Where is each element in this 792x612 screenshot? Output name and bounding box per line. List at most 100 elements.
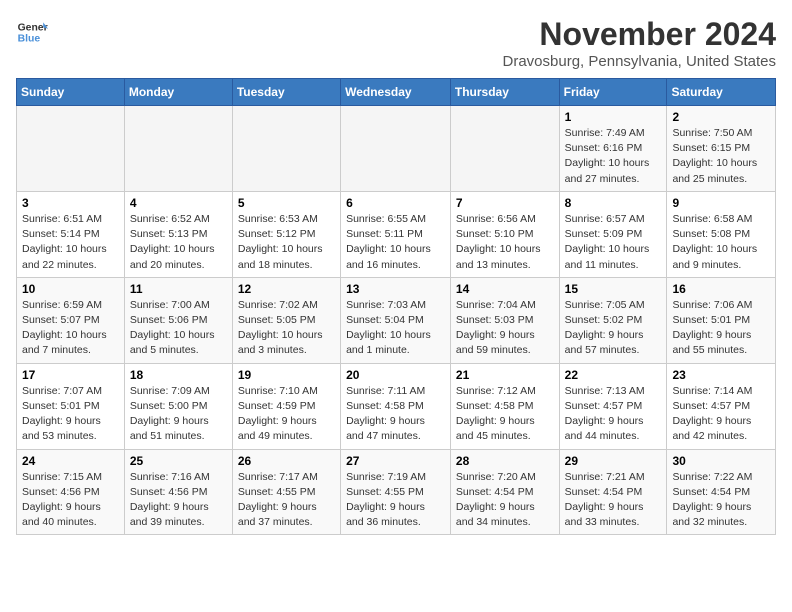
day-info: Sunrise: 6:56 AM Sunset: 5:10 PM Dayligh… bbox=[456, 212, 554, 273]
calendar-cell: 9 Sunrise: 6:58 AM Sunset: 5:08 PM Daylig… bbox=[667, 191, 776, 277]
calendar-cell: 10 Sunrise: 6:59 AM Sunset: 5:07 PM Dayli… bbox=[17, 277, 125, 363]
day-number: 9 bbox=[672, 196, 770, 210]
calendar-cell: 13 Sunrise: 7:03 AM Sunset: 5:04 PM Dayli… bbox=[341, 277, 451, 363]
day-info: Sunrise: 6:52 AM Sunset: 5:13 PM Dayligh… bbox=[130, 212, 227, 273]
calendar-cell: 18 Sunrise: 7:09 AM Sunset: 5:00 PM Dayli… bbox=[124, 363, 232, 449]
day-info: Sunrise: 7:14 AM Sunset: 4:57 PM Dayligh… bbox=[672, 384, 770, 445]
day-number: 23 bbox=[672, 368, 770, 382]
day-number: 18 bbox=[130, 368, 227, 382]
calendar-cell: 20 Sunrise: 7:11 AM Sunset: 4:58 PM Dayli… bbox=[341, 363, 451, 449]
calendar-week-5: 24 Sunrise: 7:15 AM Sunset: 4:56 PM Dayli… bbox=[17, 449, 776, 535]
weekday-header-thursday: Thursday bbox=[450, 79, 559, 106]
calendar-week-3: 10 Sunrise: 6:59 AM Sunset: 5:07 PM Dayli… bbox=[17, 277, 776, 363]
calendar-week-2: 3Sunrise: 6:51 AM Sunset: 5:14 PM Daylig… bbox=[17, 191, 776, 277]
day-number: 24 bbox=[22, 454, 119, 468]
day-info: Sunrise: 7:49 AM Sunset: 6:16 PM Dayligh… bbox=[565, 126, 662, 187]
day-info: Sunrise: 7:22 AM Sunset: 4:54 PM Dayligh… bbox=[672, 470, 770, 531]
day-info: Sunrise: 6:59 AM Sunset: 5:07 PM Dayligh… bbox=[22, 298, 119, 359]
calendar-cell bbox=[124, 106, 232, 192]
day-number: 20 bbox=[346, 368, 445, 382]
day-info: Sunrise: 7:00 AM Sunset: 5:06 PM Dayligh… bbox=[130, 298, 227, 359]
calendar-cell: 2Sunrise: 7:50 AM Sunset: 6:15 PM Daylig… bbox=[667, 106, 776, 192]
day-info: Sunrise: 7:16 AM Sunset: 4:56 PM Dayligh… bbox=[130, 470, 227, 531]
calendar-cell: 29 Sunrise: 7:21 AM Sunset: 4:54 PM Dayli… bbox=[559, 449, 667, 535]
day-number: 7 bbox=[456, 196, 554, 210]
day-number: 16 bbox=[672, 282, 770, 296]
weekday-header-tuesday: Tuesday bbox=[232, 79, 340, 106]
day-info: Sunrise: 7:07 AM Sunset: 5:01 PM Dayligh… bbox=[22, 384, 119, 445]
day-info: Sunrise: 7:15 AM Sunset: 4:56 PM Dayligh… bbox=[22, 470, 119, 531]
day-number: 10 bbox=[22, 282, 119, 296]
calendar-cell bbox=[450, 106, 559, 192]
day-number: 26 bbox=[238, 454, 335, 468]
logo: General Blue bbox=[16, 16, 48, 48]
calendar-cell: 8 Sunrise: 6:57 AM Sunset: 5:09 PM Daylig… bbox=[559, 191, 667, 277]
calendar-cell: 5Sunrise: 6:53 AM Sunset: 5:12 PM Daylig… bbox=[232, 191, 340, 277]
day-info: Sunrise: 7:19 AM Sunset: 4:55 PM Dayligh… bbox=[346, 470, 445, 531]
calendar-cell: 23 Sunrise: 7:14 AM Sunset: 4:57 PM Dayli… bbox=[667, 363, 776, 449]
weekday-header-row: SundayMondayTuesdayWednesdayThursdayFrid… bbox=[17, 79, 776, 106]
calendar-week-1: 1 Sunrise: 7:49 AM Sunset: 6:16 PM Daylig… bbox=[17, 106, 776, 192]
day-info: Sunrise: 7:09 AM Sunset: 5:00 PM Dayligh… bbox=[130, 384, 227, 445]
day-info: Sunrise: 7:04 AM Sunset: 5:03 PM Dayligh… bbox=[456, 298, 554, 359]
day-number: 6 bbox=[346, 196, 445, 210]
day-number: 17 bbox=[22, 368, 119, 382]
day-info: Sunrise: 7:21 AM Sunset: 4:54 PM Dayligh… bbox=[565, 470, 662, 531]
day-info: Sunrise: 7:10 AM Sunset: 4:59 PM Dayligh… bbox=[238, 384, 335, 445]
day-number: 13 bbox=[346, 282, 445, 296]
calendar-cell: 27 Sunrise: 7:19 AM Sunset: 4:55 PM Dayli… bbox=[341, 449, 451, 535]
day-info: Sunrise: 7:20 AM Sunset: 4:54 PM Dayligh… bbox=[456, 470, 554, 531]
day-info: Sunrise: 6:57 AM Sunset: 5:09 PM Dayligh… bbox=[565, 212, 662, 273]
day-info: Sunrise: 7:06 AM Sunset: 5:01 PM Dayligh… bbox=[672, 298, 770, 359]
calendar-cell: 4 Sunrise: 6:52 AM Sunset: 5:13 PM Daylig… bbox=[124, 191, 232, 277]
calendar-cell: 16 Sunrise: 7:06 AM Sunset: 5:01 PM Dayli… bbox=[667, 277, 776, 363]
svg-text:Blue: Blue bbox=[18, 34, 41, 45]
weekday-header-sunday: Sunday bbox=[17, 79, 125, 106]
calendar-cell: 25 Sunrise: 7:16 AM Sunset: 4:56 PM Dayli… bbox=[124, 449, 232, 535]
title-section: November 2024 Dravosburg, Pennsylvania, … bbox=[503, 16, 776, 70]
calendar-cell: 15Sunrise: 7:05 AM Sunset: 5:02 PM Dayli… bbox=[559, 277, 667, 363]
day-info: Sunrise: 7:03 AM Sunset: 5:04 PM Dayligh… bbox=[346, 298, 445, 359]
calendar-cell: 24 Sunrise: 7:15 AM Sunset: 4:56 PM Dayli… bbox=[17, 449, 125, 535]
day-number: 27 bbox=[346, 454, 445, 468]
page-header: General Blue November 2024 Dravosburg, P… bbox=[16, 16, 776, 70]
calendar-cell: 14 Sunrise: 7:04 AM Sunset: 5:03 PM Dayli… bbox=[450, 277, 559, 363]
calendar-cell: 28 Sunrise: 7:20 AM Sunset: 4:54 PM Dayli… bbox=[450, 449, 559, 535]
calendar-cell: 7 Sunrise: 6:56 AM Sunset: 5:10 PM Daylig… bbox=[450, 191, 559, 277]
day-number: 5 bbox=[238, 196, 335, 210]
day-info: Sunrise: 7:50 AM Sunset: 6:15 PM Dayligh… bbox=[672, 126, 770, 187]
day-number: 25 bbox=[130, 454, 227, 468]
calendar-table: SundayMondayTuesdayWednesdayThursdayFrid… bbox=[16, 78, 776, 535]
day-number: 12 bbox=[238, 282, 335, 296]
day-number: 30 bbox=[672, 454, 770, 468]
day-info: Sunrise: 7:13 AM Sunset: 4:57 PM Dayligh… bbox=[565, 384, 662, 445]
weekday-header-monday: Monday bbox=[124, 79, 232, 106]
calendar-cell: 30 Sunrise: 7:22 AM Sunset: 4:54 PM Dayli… bbox=[667, 449, 776, 535]
day-number: 8 bbox=[565, 196, 662, 210]
weekday-header-friday: Friday bbox=[559, 79, 667, 106]
day-number: 21 bbox=[456, 368, 554, 382]
day-info: Sunrise: 7:02 AM Sunset: 5:05 PM Dayligh… bbox=[238, 298, 335, 359]
day-number: 11 bbox=[130, 282, 227, 296]
day-number: 28 bbox=[456, 454, 554, 468]
day-info: Sunrise: 7:12 AM Sunset: 4:58 PM Dayligh… bbox=[456, 384, 554, 445]
location: Dravosburg, Pennsylvania, United States bbox=[503, 53, 776, 70]
calendar-cell: 11 Sunrise: 7:00 AM Sunset: 5:06 PM Dayli… bbox=[124, 277, 232, 363]
calendar-cell: 3Sunrise: 6:51 AM Sunset: 5:14 PM Daylig… bbox=[17, 191, 125, 277]
calendar-cell: 1 Sunrise: 7:49 AM Sunset: 6:16 PM Daylig… bbox=[559, 106, 667, 192]
day-number: 22 bbox=[565, 368, 662, 382]
day-info: Sunrise: 7:11 AM Sunset: 4:58 PM Dayligh… bbox=[346, 384, 445, 445]
day-number: 14 bbox=[456, 282, 554, 296]
day-number: 19 bbox=[238, 368, 335, 382]
weekday-header-saturday: Saturday bbox=[667, 79, 776, 106]
logo-icon: General Blue bbox=[16, 16, 48, 48]
calendar-cell: 26 Sunrise: 7:17 AM Sunset: 4:55 PM Dayli… bbox=[232, 449, 340, 535]
day-number: 4 bbox=[130, 196, 227, 210]
calendar-cell: 6Sunrise: 6:55 AM Sunset: 5:11 PM Daylig… bbox=[341, 191, 451, 277]
day-number: 29 bbox=[565, 454, 662, 468]
day-info: Sunrise: 7:17 AM Sunset: 4:55 PM Dayligh… bbox=[238, 470, 335, 531]
day-info: Sunrise: 7:05 AM Sunset: 5:02 PM Dayligh… bbox=[565, 298, 662, 359]
day-info: Sunrise: 6:58 AM Sunset: 5:08 PM Dayligh… bbox=[672, 212, 770, 273]
day-number: 1 bbox=[565, 110, 662, 124]
day-number: 3 bbox=[22, 196, 119, 210]
